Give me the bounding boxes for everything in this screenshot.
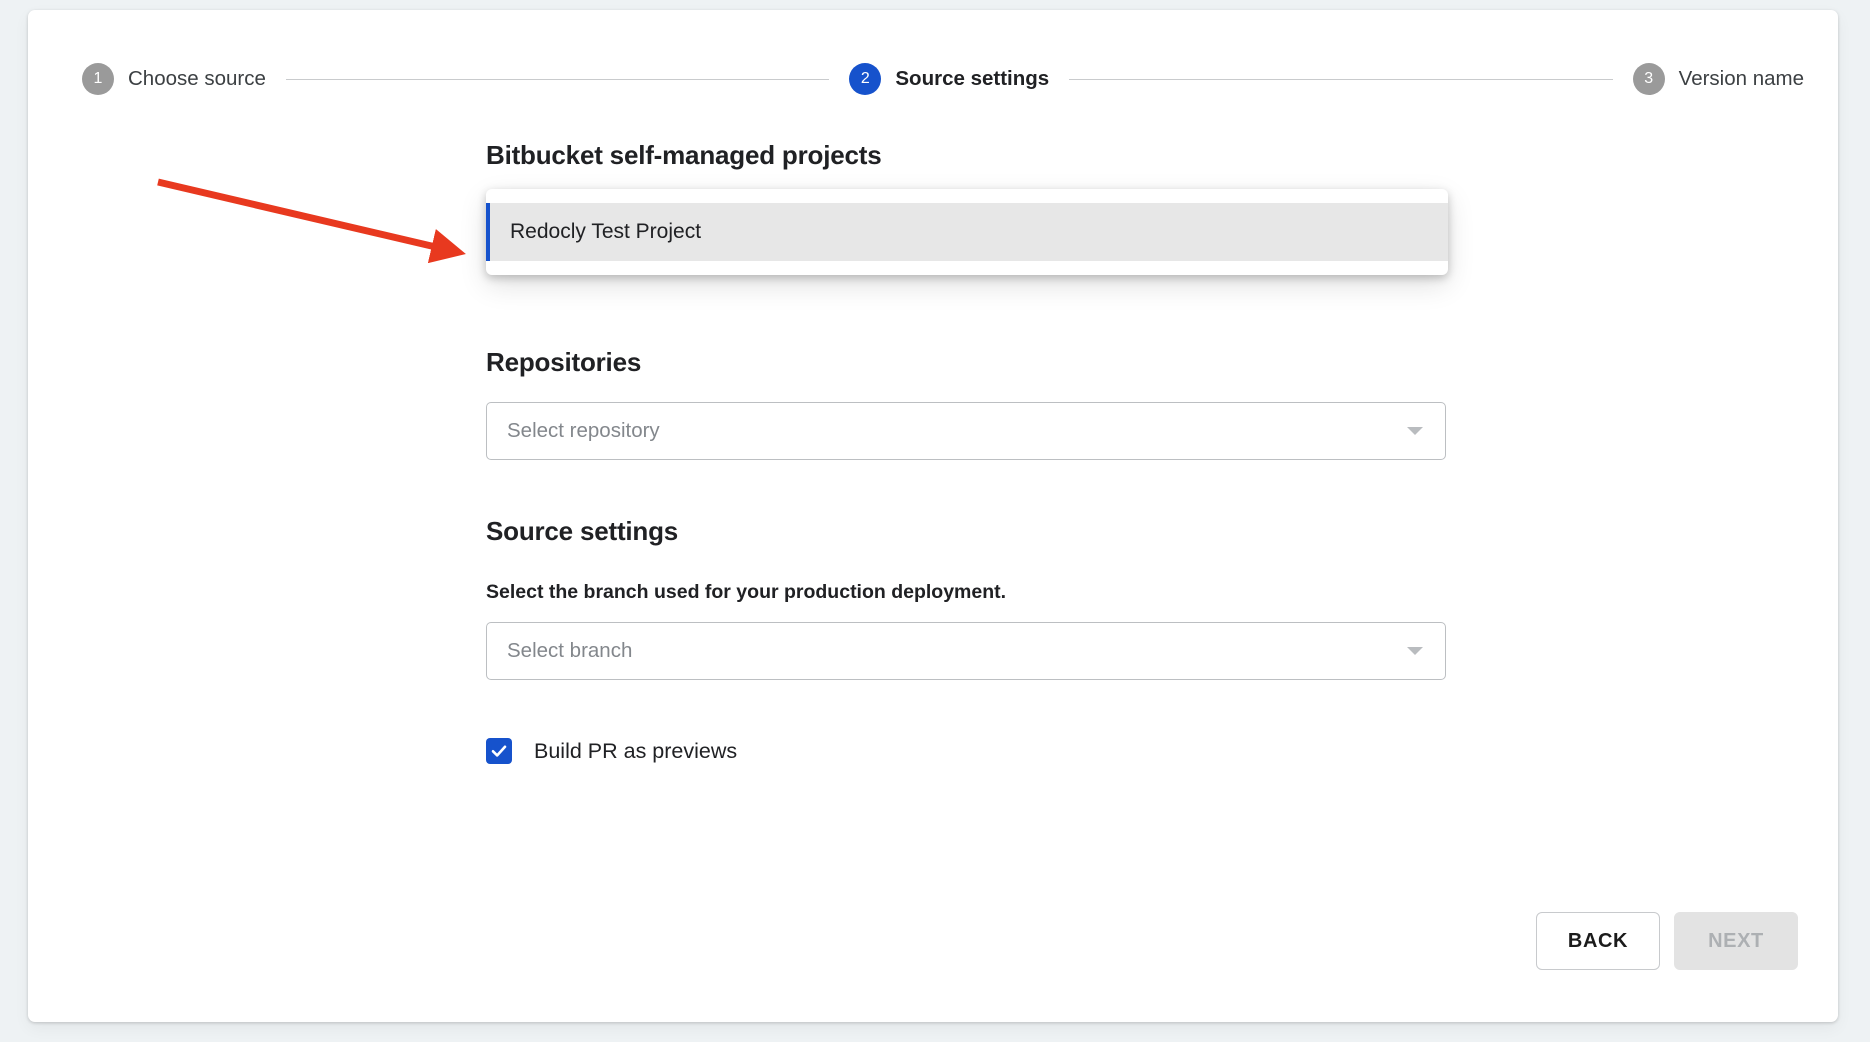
step-1-number-badge: 1 (82, 63, 114, 95)
source-settings-heading: Source settings (486, 516, 679, 546)
repository-select-placeholder: Select repository (507, 419, 660, 442)
project-dropdown-menu[interactable]: Redocly Test Project (486, 189, 1448, 275)
wizard-card: 1 Choose source 2 Source settings 3 Vers… (28, 10, 1838, 1022)
project-option-label: Redocly Test Project (510, 220, 702, 243)
wizard-stepper: 1 Choose source 2 Source settings 3 Vers… (82, 56, 1804, 102)
chevron-down-icon (1407, 427, 1423, 435)
build-pr-checkbox-label: Build PR as previews (534, 738, 738, 763)
repositories-heading: Repositories (486, 347, 642, 377)
projects-heading: Bitbucket self-managed projects (486, 140, 882, 170)
step-3-number: 3 (1644, 70, 1654, 87)
build-pr-checkbox[interactable] (486, 738, 512, 764)
step-3-label: Version name (1678, 67, 1805, 90)
step-connector-1-2 (285, 78, 830, 80)
back-button[interactable]: BACK (1536, 912, 1660, 970)
step-1-label: Choose source (128, 67, 266, 90)
step-2-label: Source settings (895, 67, 1050, 90)
settings-content: Bitbucket self-managed projects Redocly … (486, 140, 1448, 764)
project-option-redocly-test-project[interactable]: Redocly Test Project (486, 203, 1448, 261)
step-2-number-badge: 2 (849, 63, 882, 95)
repository-select[interactable]: Select repository (486, 402, 1446, 460)
checkmark-icon (491, 745, 507, 757)
branch-select-placeholder: Select branch (507, 639, 633, 662)
wizard-footer-actions: BACK NEXT (1536, 912, 1798, 970)
step-1-number: 1 (93, 70, 103, 87)
step-3-number-badge: 3 (1632, 63, 1665, 95)
branch-select[interactable]: Select branch (486, 622, 1446, 680)
next-button: NEXT (1674, 912, 1798, 970)
branch-field-label: Select the branch used for your producti… (486, 581, 1007, 603)
step-1-choose-source[interactable]: 1 Choose source (82, 63, 266, 95)
step-2-source-settings[interactable]: 2 Source settings (849, 63, 1049, 95)
step-3-version-name[interactable]: 3 Version name (1632, 63, 1805, 95)
chevron-down-icon (1407, 647, 1423, 655)
step-2-number: 2 (860, 70, 870, 87)
project-dropdown-wrapper: Redocly Test Project (486, 189, 1448, 291)
build-pr-as-previews-row[interactable]: Build PR as previews (486, 738, 1446, 764)
step-connector-2-3 (1069, 78, 1613, 80)
